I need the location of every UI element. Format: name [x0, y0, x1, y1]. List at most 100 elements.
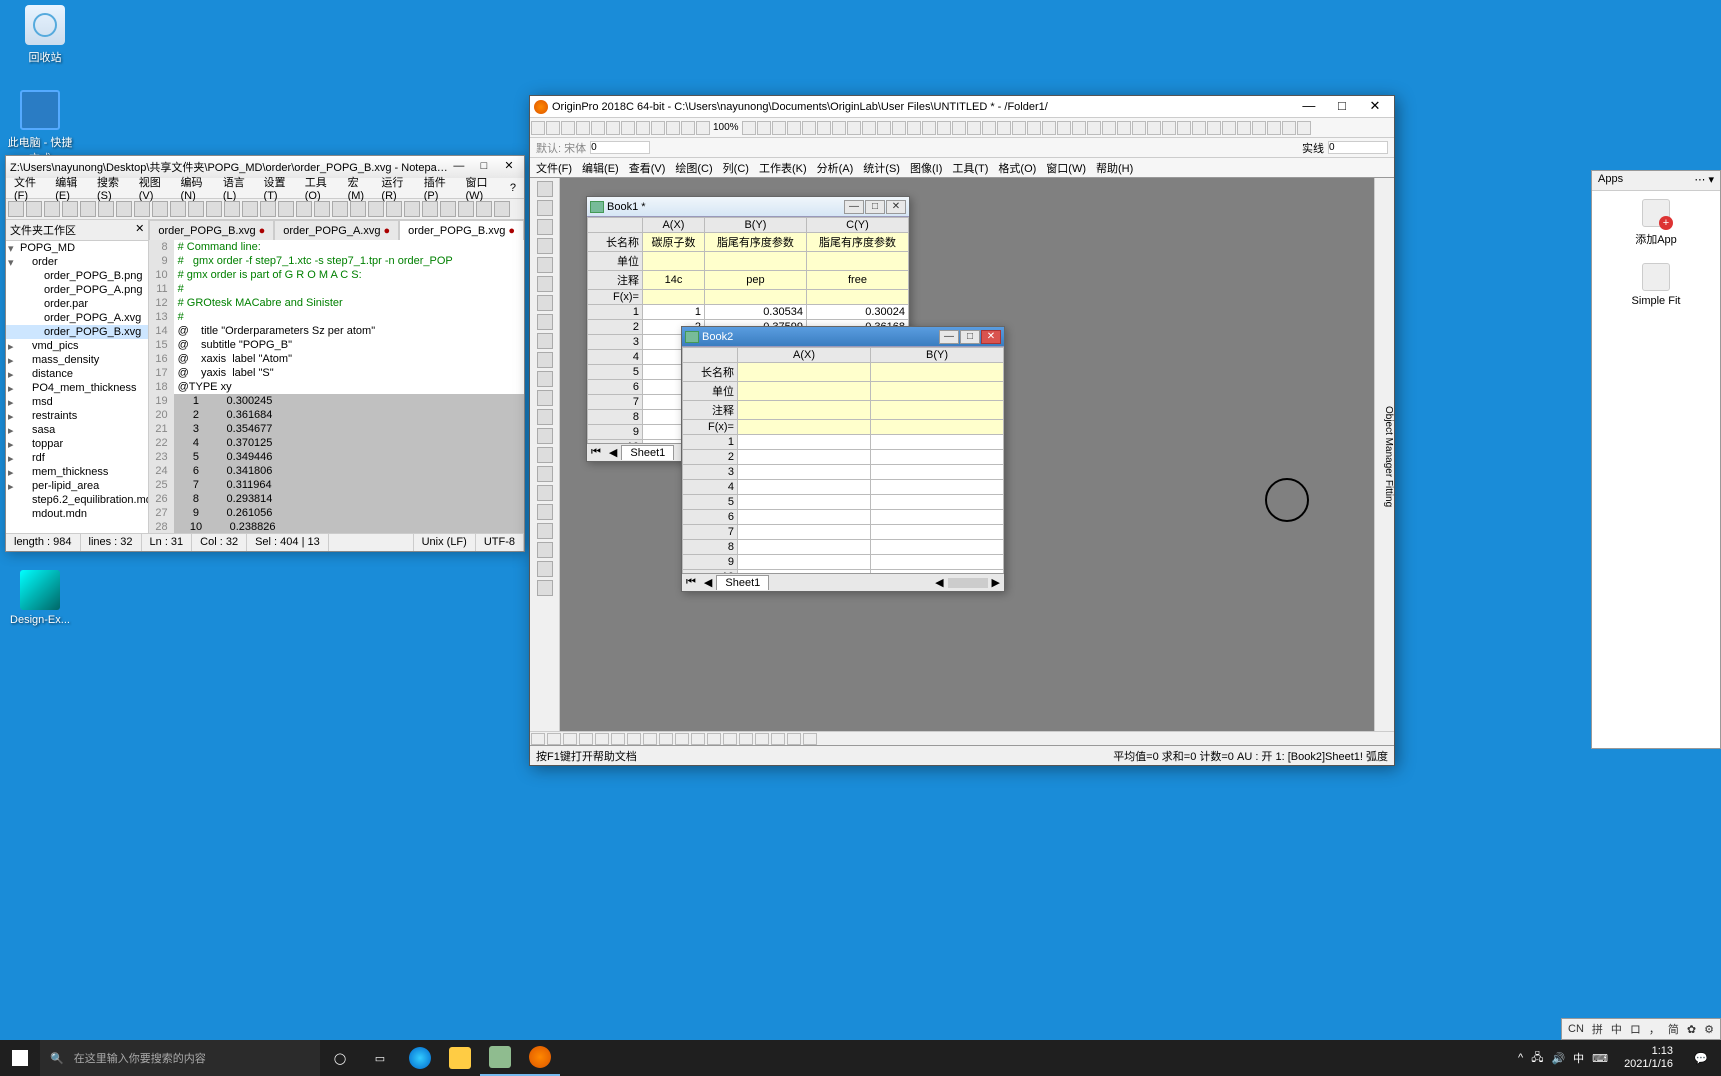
tray-ime-icon[interactable]: 中 [1573, 1050, 1584, 1066]
row-number[interactable]: 8 [588, 410, 643, 425]
header-cell[interactable] [871, 401, 1004, 420]
npp-toolbar-button[interactable] [278, 201, 294, 217]
origin-menu-item[interactable]: 文件(F) [536, 160, 572, 176]
column-header[interactable]: B(Y) [704, 218, 806, 233]
column-header[interactable]: B(Y) [871, 348, 1004, 363]
npp-menu-item[interactable]: 宏(M) [344, 172, 376, 204]
origin-toolbar-button[interactable] [742, 121, 756, 135]
empty-cell[interactable] [871, 495, 1004, 510]
origin-toolbar-button[interactable] [832, 121, 846, 135]
npp-tree-close-icon[interactable]: ✕ [135, 222, 144, 238]
taskbar-notepadpp[interactable] [480, 1040, 520, 1076]
npp-toolbar-button[interactable] [44, 201, 60, 217]
origin-toolbar-button[interactable] [696, 121, 710, 135]
empty-cell[interactable] [738, 540, 871, 555]
tree-item[interactable]: rdf [6, 451, 148, 465]
tab-close-icon[interactable]: ● [259, 225, 266, 237]
system-tray[interactable]: ^ 🖧 🔊 中 ⌨ [1510, 1049, 1616, 1068]
book2-minimize-button[interactable]: — [939, 330, 959, 344]
origin-tool-button[interactable] [537, 295, 553, 311]
origin-toolbar-button[interactable] [922, 121, 936, 135]
npp-toolbar-button[interactable] [476, 201, 492, 217]
origin-graph-button[interactable] [643, 733, 657, 745]
tree-item[interactable]: order_POPG_A.png [6, 283, 148, 297]
origin-tool-button[interactable] [537, 447, 553, 463]
origin-menu-item[interactable]: 帮助(H) [1096, 160, 1133, 176]
empty-cell[interactable] [871, 480, 1004, 495]
row-number[interactable]: 3 [588, 335, 643, 350]
row-number[interactable]: 9 [683, 555, 738, 570]
origin-toolbar-button[interactable] [787, 121, 801, 135]
npp-toolbar-button[interactable] [494, 201, 510, 217]
header-cell[interactable] [704, 290, 806, 305]
header-cell[interactable]: free [806, 271, 908, 290]
ime-button[interactable]: CN [1566, 1023, 1586, 1035]
origin-titlebar[interactable]: OriginPro 2018C 64-bit - C:\Users\nayuno… [530, 96, 1394, 118]
origin-tool-button[interactable] [537, 257, 553, 273]
empty-cell[interactable] [738, 450, 871, 465]
origin-graph-button[interactable] [627, 733, 641, 745]
npp-editor-area[interactable]: 8910111213141516171819202122232425262728… [149, 240, 524, 533]
line-width-input[interactable] [1328, 141, 1388, 154]
row-number[interactable]: 1 [683, 435, 738, 450]
origin-menu-item[interactable]: 分析(A) [817, 160, 854, 176]
tree-item[interactable]: mem_thickness [6, 465, 148, 479]
ime-language-bar[interactable]: CN拼中ロ，简✿⚙ [1561, 1018, 1721, 1040]
empty-cell[interactable] [871, 540, 1004, 555]
book1-titlebar[interactable]: Book1 * — □ ✕ [587, 197, 909, 217]
origin-graph-button[interactable] [787, 733, 801, 745]
npp-menu-item[interactable]: 编辑(E) [51, 172, 91, 204]
origin-toolbar-button[interactable] [1117, 121, 1131, 135]
sheet-scroll-right[interactable]: ▶ [988, 576, 1004, 589]
origin-graph-button[interactable] [547, 733, 561, 745]
book1-maximize-button[interactable]: □ [865, 200, 885, 214]
column-header[interactable]: A(X) [643, 218, 705, 233]
origin-maximize-button[interactable]: □ [1327, 98, 1357, 116]
npp-toolbar-button[interactable] [152, 201, 168, 217]
origin-right-sidebar[interactable]: Object Manager Fitting [1374, 178, 1394, 731]
tree-item[interactable]: order_POPG_B.png [6, 269, 148, 283]
tree-item[interactable]: distance [6, 367, 148, 381]
empty-cell[interactable] [738, 465, 871, 480]
origin-minimize-button[interactable]: — [1294, 98, 1324, 116]
npp-toolbar-button[interactable] [422, 201, 438, 217]
ime-button[interactable]: ⚙ [1702, 1023, 1716, 1036]
origin-toolbar-button[interactable] [681, 121, 695, 135]
row-number[interactable]: 8 [683, 540, 738, 555]
empty-cell[interactable] [738, 525, 871, 540]
origin-graph-button[interactable] [723, 733, 737, 745]
corner-cell[interactable] [588, 218, 643, 233]
header-cell[interactable]: 脂尾有序度参数 [704, 233, 806, 252]
empty-cell[interactable] [871, 555, 1004, 570]
taskbar-origin[interactable] [520, 1040, 560, 1076]
origin-tool-button[interactable] [537, 276, 553, 292]
origin-tool-button[interactable] [537, 485, 553, 501]
origin-tool-button[interactable] [537, 409, 553, 425]
origin-graph-button[interactable] [803, 733, 817, 745]
zoom-level[interactable]: 100% [711, 122, 741, 133]
origin-toolbar-button[interactable] [1132, 121, 1146, 135]
npp-menu-item[interactable]: 文件(F) [10, 172, 49, 204]
origin-menu-item[interactable]: 编辑(E) [582, 160, 619, 176]
origin-graph-button[interactable] [771, 733, 785, 745]
npp-menu-item[interactable]: 视图(V) [135, 172, 175, 204]
header-cell[interactable]: 14c [643, 271, 705, 290]
origin-toolbar-button[interactable] [1222, 121, 1236, 135]
ime-button[interactable]: ✿ [1685, 1023, 1698, 1036]
book1-minimize-button[interactable]: — [844, 200, 864, 214]
origin-graph-button[interactable] [739, 733, 753, 745]
origin-menu-item[interactable]: 格式(O) [998, 160, 1036, 176]
header-cell[interactable]: pep [704, 271, 806, 290]
origin-tool-button[interactable] [537, 390, 553, 406]
tree-item[interactable]: msd [6, 395, 148, 409]
origin-toolbar-button[interactable] [606, 121, 620, 135]
origin-tool-button[interactable] [537, 314, 553, 330]
origin-toolbar-button[interactable] [967, 121, 981, 135]
data-cell[interactable]: 1 [643, 305, 705, 320]
book2-maximize-button[interactable]: □ [960, 330, 980, 344]
origin-toolbar-button[interactable] [862, 121, 876, 135]
empty-cell[interactable] [738, 510, 871, 525]
origin-toolbar-button[interactable] [1162, 121, 1176, 135]
npp-menu-item[interactable]: ? [506, 180, 520, 196]
row-number[interactable]: 6 [588, 380, 643, 395]
